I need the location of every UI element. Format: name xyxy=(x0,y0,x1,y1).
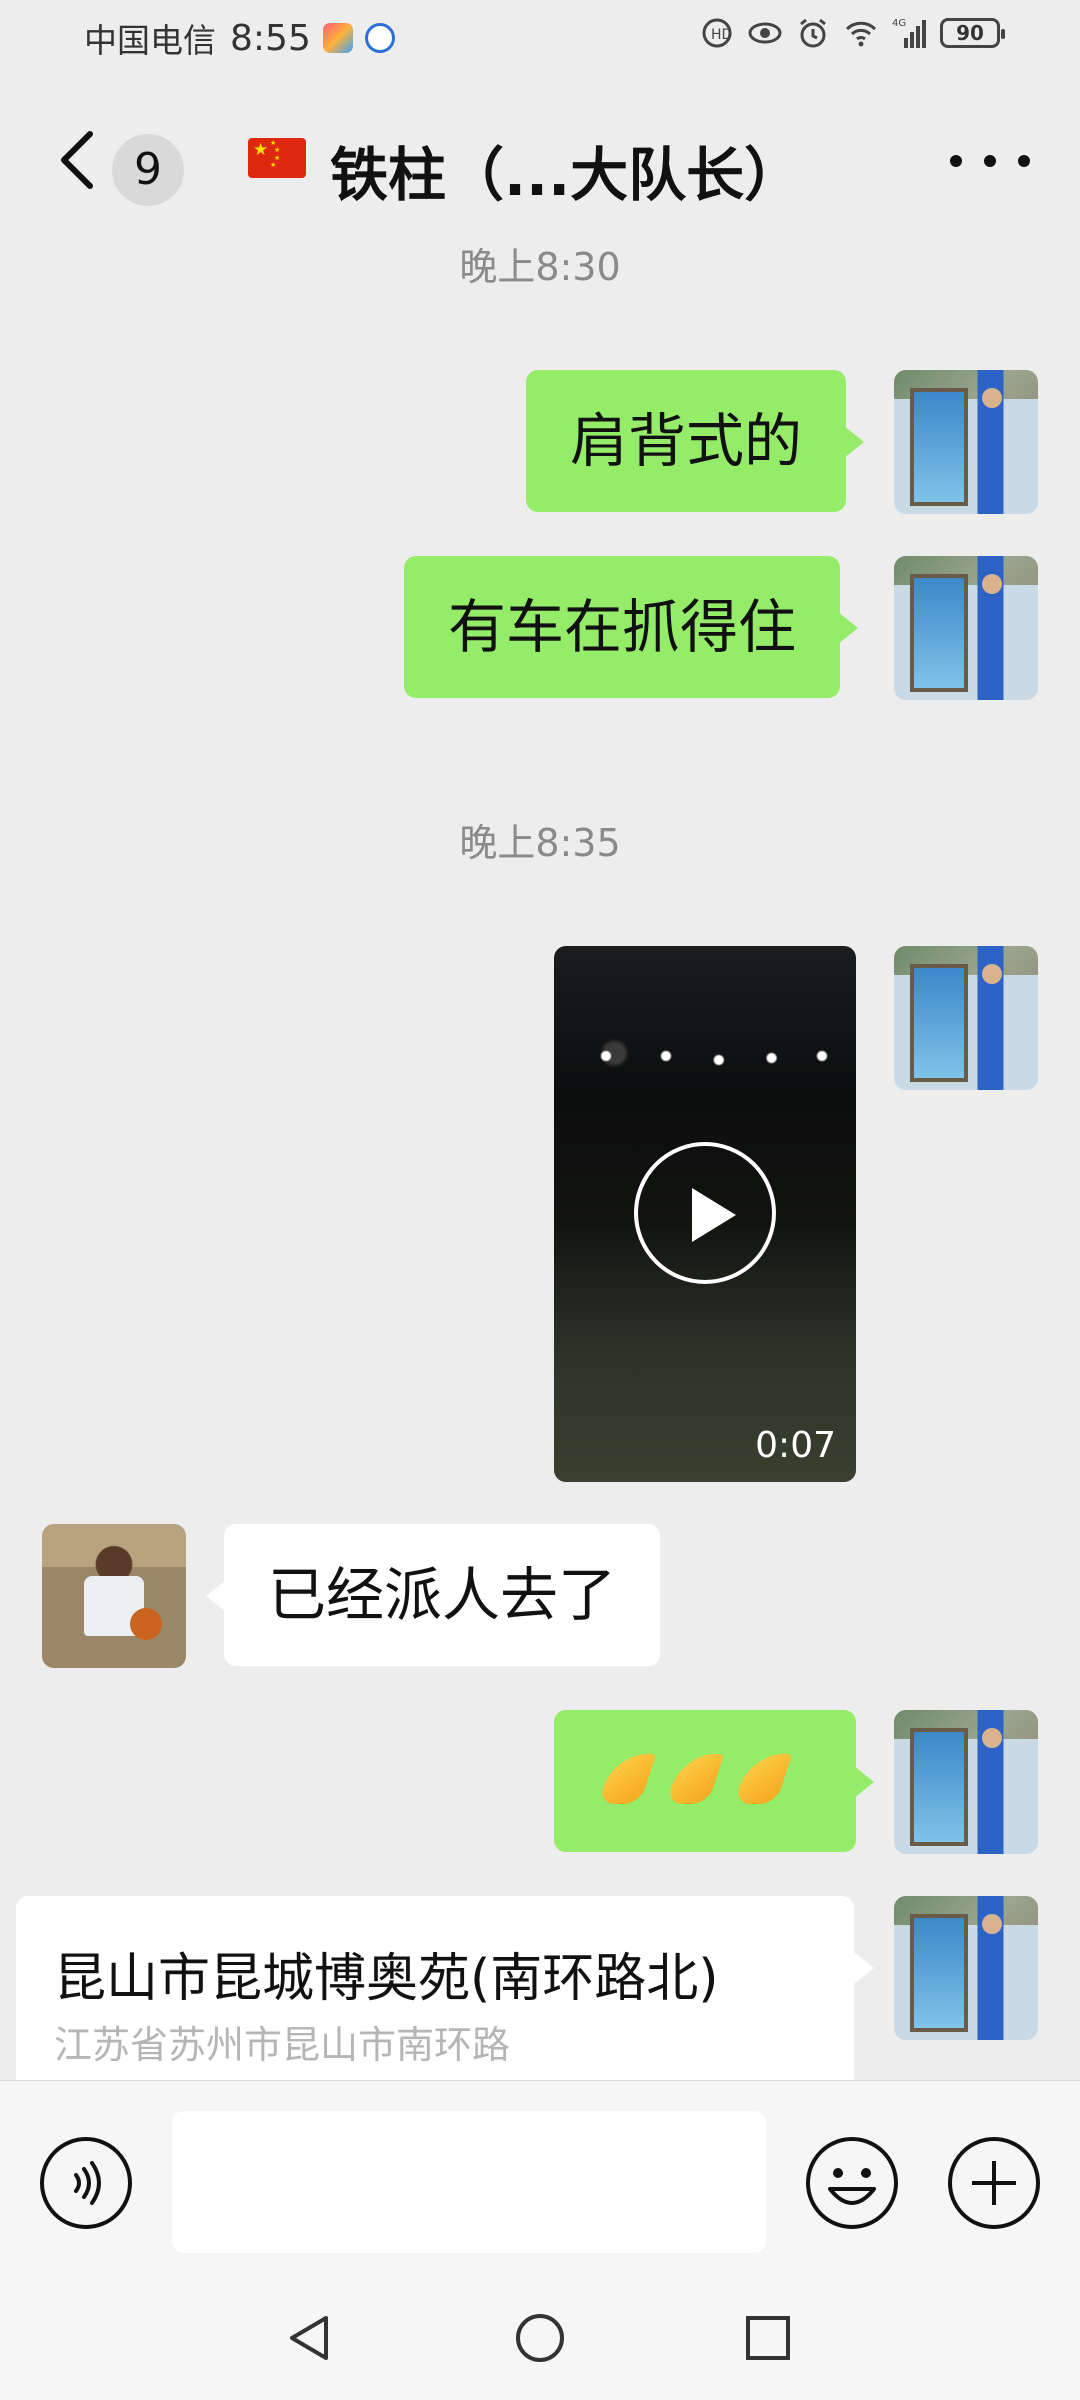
bank-notification-icon xyxy=(364,23,395,53)
battery-icon: 90 xyxy=(940,18,1005,48)
input-bar xyxy=(0,2080,1080,2280)
signal-icon: 4G xyxy=(892,18,926,48)
folded-hands-emoji xyxy=(666,1750,728,1808)
svg-text:HD: HD xyxy=(711,27,732,43)
my-avatar[interactable] xyxy=(894,946,1038,1090)
folded-hands-emoji-group xyxy=(598,1750,796,1808)
voice-icon[interactable] xyxy=(38,2135,134,2231)
clock: 8:55 xyxy=(230,17,311,59)
message-input[interactable] xyxy=(172,2111,766,2253)
nav-home-icon[interactable] xyxy=(512,2310,568,2366)
video-message[interactable]: 0:07 xyxy=(554,946,856,1482)
sent-emoji-message[interactable] xyxy=(554,1710,874,1852)
timestamp: 晚上8:35 xyxy=(459,821,621,865)
location-title: 昆山市昆城博奥苑(南环路北) xyxy=(54,1949,719,2009)
play-icon[interactable] xyxy=(634,1142,776,1284)
more-options-button[interactable] xyxy=(950,146,1030,176)
back-button[interactable] xyxy=(50,120,110,200)
chat-screen: 中国电信 8:55 HD 4G 90 9 ★ ★ ★ ★ ★ 铁柱（...大队长… xyxy=(0,0,1080,2400)
nav-back-icon[interactable] xyxy=(282,2310,338,2366)
video-thumbnail xyxy=(594,1046,834,1066)
location-bubble-tail xyxy=(854,1952,874,1984)
status-bar: 中国电信 8:55 HD 4G 90 xyxy=(0,0,1080,76)
nav-recents-icon[interactable] xyxy=(740,2310,796,2366)
dot-icon xyxy=(1018,155,1030,167)
china-flag-icon: ★ ★ ★ ★ ★ xyxy=(248,138,306,178)
my-avatar[interactable] xyxy=(894,556,1038,700)
status-left: 中国电信 8:55 xyxy=(84,14,395,62)
sent-message[interactable]: 肩背式的 xyxy=(526,370,865,512)
location-address: 江苏省苏州市昆山市南环路 xyxy=(54,2023,511,2067)
chat-title[interactable]: 铁柱（...大队长） xyxy=(330,128,802,212)
unread-count-badge[interactable]: 9 xyxy=(112,134,184,206)
location-message[interactable]: 昆山市昆城博奥苑(南环路北) 江苏省苏州市昆山市南环路 xyxy=(16,1896,854,2080)
folded-hands-emoji xyxy=(598,1750,660,1808)
system-nav-bar xyxy=(0,2280,1080,2400)
received-message[interactable]: 已经派人去了 xyxy=(205,1524,661,1666)
chat-header: 9 ★ ★ ★ ★ ★ 铁柱（...大队长） xyxy=(0,90,1080,230)
eye-comfort-icon xyxy=(748,22,782,44)
network-type-label: 4G xyxy=(892,18,906,29)
volte-icon: HD xyxy=(702,18,732,48)
app-notification-icon xyxy=(322,23,353,53)
dot-icon xyxy=(950,155,962,167)
video-duration: 0:07 xyxy=(755,1425,836,1466)
alarm-icon xyxy=(800,18,826,48)
folded-hands-emoji xyxy=(734,1750,796,1808)
timestamp: 晚上8:30 xyxy=(459,245,621,289)
sent-message[interactable]: 有车在抓得住 xyxy=(404,556,859,698)
wifi-icon xyxy=(845,21,877,47)
my-avatar[interactable] xyxy=(894,370,1038,514)
my-avatar[interactable] xyxy=(894,1710,1038,1854)
contact-avatar[interactable] xyxy=(42,1524,186,1668)
plus-icon[interactable] xyxy=(946,2135,1042,2231)
status-right: HD 4G 90 xyxy=(700,16,1005,50)
dot-icon xyxy=(984,155,996,167)
my-avatar[interactable] xyxy=(894,1896,1038,2040)
carrier-label: 中国电信 xyxy=(84,21,216,60)
emoji-icon[interactable] xyxy=(804,2135,900,2231)
